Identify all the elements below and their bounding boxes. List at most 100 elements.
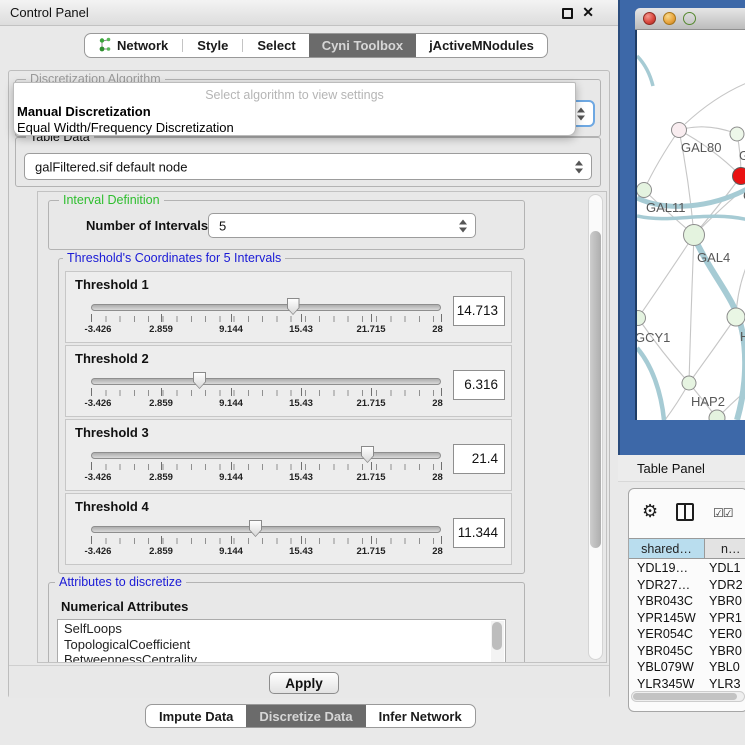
tab-infer-network[interactable]: Infer Network bbox=[366, 705, 475, 727]
table-row[interactable]: YBR045CYBR0 bbox=[629, 643, 745, 660]
tab-impute-data[interactable]: Impute Data bbox=[146, 705, 246, 727]
slider-track[interactable] bbox=[91, 304, 441, 311]
node-h[interactable] bbox=[727, 308, 745, 326]
node-gal11[interactable] bbox=[637, 183, 652, 198]
table-data-combobox[interactable]: galFiltered.sif default node bbox=[24, 153, 592, 180]
tab-cyni-toolbox[interactable]: Cyni Toolbox bbox=[309, 34, 416, 57]
threshold-3-title: Threshold 3 bbox=[75, 425, 149, 440]
table-h-scrollbar[interactable] bbox=[631, 691, 745, 702]
node-red-selected[interactable] bbox=[733, 168, 745, 185]
threshold-1-value-field[interactable]: 14.713 bbox=[453, 296, 505, 326]
label-gal4: GAL4 bbox=[697, 250, 730, 265]
label-gal80: GAL80 bbox=[681, 140, 721, 155]
tab-network[interactable]: Network bbox=[85, 34, 181, 57]
table-panel-dock: Table Panel ⚙ ☑☑ shared… n… YDL19…YDL1 Y… bbox=[618, 455, 745, 745]
attributes-group-label: Attributes to discretize bbox=[55, 575, 186, 589]
threshold-1-slider[interactable]: -3.426 2.859 9.144 15.43 21.715 28 bbox=[91, 296, 441, 340]
threshold-3-value-field[interactable]: 21.4 bbox=[453, 444, 505, 474]
list-scrollbar-thumb[interactable] bbox=[492, 622, 502, 650]
threshold-coordinates-label: Threshold's Coordinates for 5 Intervals bbox=[63, 251, 285, 265]
combo-arrows-icon bbox=[577, 107, 586, 120]
table-row[interactable]: YBL079WYBL0 bbox=[629, 659, 745, 676]
table-row[interactable]: YLR345WYLR3 bbox=[629, 676, 745, 693]
slider-minor-ticks bbox=[91, 316, 441, 322]
tab-discretize-data-label: Discretize Data bbox=[259, 709, 352, 724]
label-partial-h: H bbox=[740, 329, 745, 344]
slider-thumb[interactable] bbox=[249, 520, 262, 537]
slider-track[interactable] bbox=[91, 526, 441, 533]
list-scrollbar[interactable] bbox=[491, 621, 504, 663]
table-row[interactable]: YER054CYER0 bbox=[629, 626, 745, 643]
column-layout-icon[interactable] bbox=[676, 503, 694, 521]
table-row[interactable]: YDL19…YDL1 bbox=[629, 560, 745, 577]
list-item[interactable]: SelfLoops bbox=[58, 620, 505, 636]
algorithm-dropdown-popup: Select algorithm to view settings Manual… bbox=[13, 82, 576, 136]
slider-thumb[interactable] bbox=[193, 372, 206, 389]
table-row[interactable]: YPR145WYPR1 bbox=[629, 610, 745, 627]
column-header-shared-name[interactable]: shared… bbox=[629, 539, 705, 558]
slider-thumb[interactable] bbox=[361, 446, 374, 463]
tab-jactivemnodules[interactable]: jActiveMNodules bbox=[416, 34, 547, 57]
slider-scale: -3.426 2.859 9.144 15.43 21.715 28 bbox=[91, 472, 441, 485]
slider-track[interactable] bbox=[91, 452, 441, 459]
table-row[interactable]: YDR27…YDR2 bbox=[629, 577, 745, 594]
gear-icon[interactable]: ⚙ bbox=[642, 502, 658, 520]
threshold-2-box: Threshold 2 -3.426 2.859 9.144 bbox=[65, 345, 512, 417]
number-of-intervals-label: Number of Intervals bbox=[86, 218, 208, 233]
numerical-attributes-list[interactable]: SelfLoops TopologicalCoefficient Between… bbox=[57, 619, 506, 663]
node-gal80[interactable] bbox=[672, 123, 687, 138]
network-window-titlebar[interactable] bbox=[635, 8, 745, 30]
table-data-selected-value: galFiltered.sif default node bbox=[35, 159, 187, 174]
threshold-1-title: Threshold 1 bbox=[75, 277, 149, 292]
node-partial-top-right[interactable] bbox=[730, 127, 744, 141]
threshold-4-title: Threshold 4 bbox=[75, 499, 149, 514]
number-of-intervals-combobox[interactable]: 5 bbox=[208, 213, 476, 238]
threshold-4-value-field[interactable]: 11.344 bbox=[453, 518, 505, 548]
list-item[interactable]: BetweennessCentrality bbox=[58, 651, 505, 663]
mac-minimize-icon[interactable] bbox=[663, 12, 676, 25]
label-partial-top-right: G. bbox=[739, 148, 745, 163]
threshold-coordinates-group: Threshold's Coordinates for 5 Intervals … bbox=[58, 258, 525, 574]
network-icon bbox=[98, 37, 112, 55]
column-header-name[interactable]: n… bbox=[705, 539, 745, 558]
node-hap2[interactable] bbox=[682, 376, 696, 390]
table-h-scrollbar-thumb[interactable] bbox=[633, 693, 737, 700]
tab-select[interactable]: Select bbox=[244, 34, 308, 57]
settings-scrollbar[interactable] bbox=[588, 194, 603, 660]
menu-item-manual-discretization[interactable]: Manual Discretization bbox=[17, 104, 151, 119]
tab-discretize-data[interactable]: Discretize Data bbox=[246, 705, 365, 727]
network-view-window: GAL80 G. C GAL11 GAL4 GCY1 H HAP2 bbox=[618, 0, 745, 455]
threshold-3-slider[interactable]: -3.426 2.859 9.144 15.43 21.715 28 bbox=[91, 444, 441, 488]
settings-scrollbar-thumb[interactable] bbox=[590, 231, 601, 548]
close-icon[interactable]: ✕ bbox=[582, 4, 594, 21]
threshold-3-box: Threshold 3 -3.426 2.859 9.144 bbox=[65, 419, 512, 491]
table-header-row: shared… n… bbox=[629, 538, 745, 559]
apply-strip: Apply bbox=[9, 665, 609, 698]
threshold-4-slider[interactable]: -3.426 2.859 9.144 15.43 21.715 28 bbox=[91, 518, 441, 562]
interval-definition-group: Interval Definition Number of Intervals … bbox=[48, 200, 525, 250]
node-gal4[interactable] bbox=[684, 225, 705, 246]
threshold-4-box: Threshold 4 -3.426 2.859 9.144 bbox=[65, 493, 512, 565]
slider-thumb[interactable] bbox=[287, 298, 300, 315]
label-gcy1: GCY1 bbox=[637, 330, 670, 345]
combo-arrows-icon bbox=[575, 160, 584, 173]
checkboxes-icon[interactable]: ☑☑ bbox=[713, 506, 733, 520]
label-gal11: GAL11 bbox=[646, 200, 686, 215]
node-gcy1[interactable] bbox=[637, 311, 646, 326]
threshold-2-slider[interactable]: -3.426 2.859 9.144 15.43 21.715 28 bbox=[91, 370, 441, 414]
list-item[interactable]: TopologicalCoefficient bbox=[58, 636, 505, 652]
control-panel-tabbar: Network Style Select Cyni Toolbox jActiv… bbox=[84, 33, 548, 58]
threshold-2-value-field[interactable]: 6.316 bbox=[453, 370, 505, 400]
slider-track[interactable] bbox=[91, 378, 441, 385]
control-panel-title: Control Panel bbox=[10, 5, 89, 20]
mac-zoom-icon[interactable] bbox=[683, 12, 696, 25]
float-window-icon[interactable] bbox=[562, 8, 573, 19]
slider-scale: -3.426 2.859 9.144 15.43 21.715 28 bbox=[91, 324, 441, 337]
mac-close-icon[interactable] bbox=[643, 12, 656, 25]
apply-button[interactable]: Apply bbox=[269, 672, 339, 694]
table-row[interactable]: YBR043CYBR0 bbox=[629, 593, 745, 610]
menu-item-equal-width-frequency[interactable]: Equal Width/Frequency Discretization bbox=[17, 120, 234, 135]
network-canvas[interactable]: GAL80 G. C GAL11 GAL4 GCY1 H HAP2 bbox=[635, 30, 745, 420]
tab-style[interactable]: Style bbox=[184, 34, 241, 57]
table-panel-titlebar: Table Panel bbox=[618, 455, 745, 482]
